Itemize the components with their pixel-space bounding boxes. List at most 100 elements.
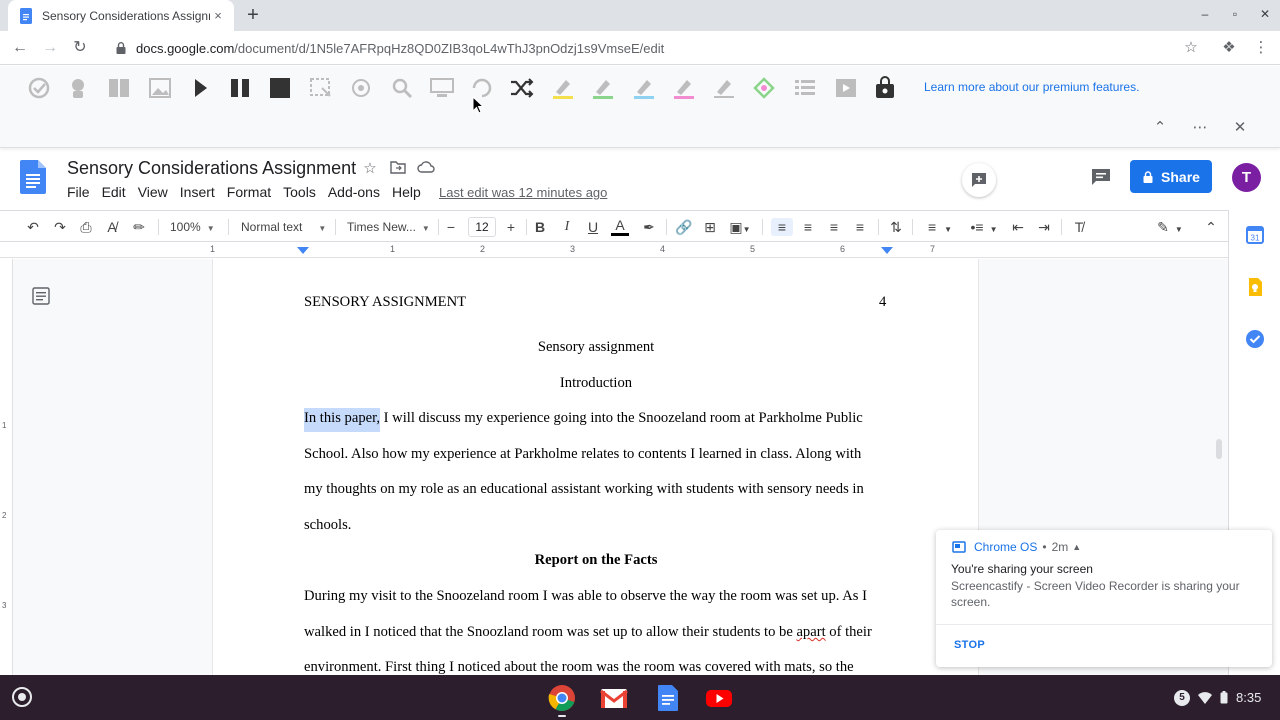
status-tray[interactable]: 5 8:35 bbox=[1162, 683, 1270, 712]
editing-mode-icon[interactable]: ✎ ▼ bbox=[1153, 218, 1187, 236]
picture-dictionary-icon[interactable] bbox=[147, 76, 173, 100]
browser-tab-docs[interactable]: Sensory Considerations Assignm × bbox=[8, 0, 234, 31]
calendar-icon[interactable]: 31 bbox=[1245, 225, 1265, 245]
youtube-icon[interactable] bbox=[705, 684, 733, 712]
launcher-icon[interactable] bbox=[12, 687, 32, 707]
gmail-icon[interactable] bbox=[600, 684, 628, 712]
highlight-color-icon[interactable]: ✒ bbox=[640, 218, 658, 236]
star-icon[interactable]: ☆ bbox=[361, 160, 379, 178]
menu-view[interactable]: View bbox=[138, 184, 174, 202]
menu-file[interactable]: File bbox=[67, 184, 96, 202]
chrome-menu-icon[interactable]: ⋮ bbox=[1252, 39, 1270, 57]
right-indent-marker-icon[interactable] bbox=[881, 247, 893, 256]
minimize-button[interactable]: – bbox=[1197, 7, 1213, 21]
clear-highlights-icon[interactable] bbox=[711, 76, 737, 100]
web-search-icon[interactable] bbox=[833, 76, 859, 100]
vertical-ruler[interactable]: 1 2 3 bbox=[0, 259, 13, 675]
insert-image-icon[interactable]: ▣▼ bbox=[727, 218, 753, 236]
forward-arrow-icon[interactable]: → bbox=[40, 38, 60, 58]
bookmark-star-icon[interactable]: ☆ bbox=[1182, 39, 1200, 57]
zoom-select[interactable]: 100% ▼ bbox=[170, 218, 215, 236]
highlight-pink-icon[interactable] bbox=[671, 76, 697, 100]
play-icon[interactable] bbox=[187, 76, 213, 100]
speech-input-icon[interactable] bbox=[389, 76, 415, 100]
hide-menus-icon[interactable]: ⌃ bbox=[1202, 218, 1220, 236]
reload-icon[interactable]: ↻ bbox=[70, 38, 90, 58]
close-toolbar-icon[interactable]: ✕ bbox=[1231, 118, 1249, 136]
menu-tools[interactable]: Tools bbox=[283, 184, 322, 202]
clear-formatting-icon[interactable]: T̸ bbox=[1069, 218, 1089, 236]
back-arrow-icon[interactable]: ← bbox=[10, 38, 30, 58]
decrease-font-size-icon[interactable]: − bbox=[444, 218, 458, 236]
premium-features-link[interactable]: Learn more about our premium features. bbox=[924, 80, 1139, 94]
font-select[interactable]: Times New... ▼ bbox=[347, 218, 430, 236]
cloud-status-icon[interactable] bbox=[417, 160, 435, 178]
horizontal-ruler[interactable]: 1 1 2 3 4 5 6 7 bbox=[0, 243, 1228, 258]
print-icon[interactable]: ⎙ bbox=[77, 218, 95, 236]
bulleted-list-icon[interactable]: •≡ ▼ bbox=[966, 218, 1002, 236]
selected-text[interactable]: In this paper, bbox=[304, 408, 381, 432]
highlight-blue-icon[interactable] bbox=[631, 76, 657, 100]
vertical-scrollbar[interactable] bbox=[1216, 439, 1222, 459]
paint-format-icon[interactable]: ✏ bbox=[130, 218, 148, 236]
address-bar[interactable]: docs.google.com/document/d/1N5le7AFRpqHz… bbox=[104, 34, 1208, 62]
document-outline-icon[interactable] bbox=[32, 287, 50, 305]
paragraph-style-select[interactable]: Normal text ▼ bbox=[241, 218, 326, 236]
keep-icon[interactable] bbox=[1245, 277, 1265, 297]
chrome-icon[interactable] bbox=[548, 684, 576, 712]
collect-highlights-icon[interactable] bbox=[751, 76, 777, 100]
vocabulary-icon[interactable] bbox=[792, 76, 818, 100]
check-it-icon[interactable] bbox=[26, 76, 52, 100]
text-color-icon[interactable]: A bbox=[611, 218, 629, 236]
close-window-button[interactable]: ✕ bbox=[1257, 7, 1273, 21]
pause-icon[interactable] bbox=[227, 76, 253, 100]
add-comment-button[interactable] bbox=[962, 163, 996, 197]
undo-icon[interactable]: ↶ bbox=[24, 218, 42, 236]
tasks-icon[interactable] bbox=[1245, 329, 1265, 349]
increase-indent-icon[interactable]: ⇥ bbox=[1034, 218, 1054, 236]
docs-logo-icon[interactable] bbox=[20, 160, 46, 194]
account-avatar[interactable]: T bbox=[1232, 163, 1261, 192]
stop-sharing-button[interactable]: STOP bbox=[954, 639, 985, 651]
highlight-green-icon[interactable] bbox=[590, 76, 616, 100]
italic-icon[interactable]: I bbox=[559, 218, 575, 236]
new-tab-button[interactable]: + bbox=[243, 5, 263, 25]
menu-insert[interactable]: Insert bbox=[180, 184, 221, 202]
font-size-input[interactable]: 12 bbox=[468, 217, 496, 237]
last-edit-link[interactable]: Last edit was 12 minutes ago bbox=[439, 185, 607, 200]
menu-help[interactable]: Help bbox=[392, 184, 427, 202]
justify-icon[interactable]: ≡ bbox=[850, 218, 870, 236]
highlight-yellow-icon[interactable] bbox=[550, 76, 576, 100]
restore-button[interactable]: ▫ bbox=[1227, 7, 1243, 21]
align-center-icon[interactable]: ≡ bbox=[798, 218, 818, 236]
bold-icon[interactable]: B bbox=[532, 218, 548, 236]
audio-maker-icon[interactable] bbox=[348, 76, 374, 100]
shuffle-icon[interactable] bbox=[509, 76, 535, 100]
menu-format[interactable]: Format bbox=[227, 184, 277, 202]
docs-icon[interactable] bbox=[654, 684, 682, 712]
align-right-icon[interactable]: ≡ bbox=[824, 218, 844, 236]
menu-edit[interactable]: Edit bbox=[102, 184, 132, 202]
increase-font-size-icon[interactable]: + bbox=[504, 218, 518, 236]
decrease-indent-icon[interactable]: ⇤ bbox=[1008, 218, 1028, 236]
dictionary-icon[interactable] bbox=[106, 76, 132, 100]
add-comment-icon[interactable]: ⊞ bbox=[701, 218, 719, 236]
extensions-puzzle-icon[interactable]: ❖ bbox=[1220, 39, 1238, 57]
misspelled-word[interactable]: apart bbox=[796, 624, 825, 640]
collapse-toolbar-icon[interactable]: ⌃ bbox=[1151, 118, 1169, 136]
left-indent-marker-icon[interactable] bbox=[297, 247, 309, 256]
menu-addons[interactable]: Add-ons bbox=[328, 184, 386, 202]
align-left-icon[interactable]: ≡ bbox=[771, 218, 793, 236]
chevron-up-icon[interactable]: ▲ bbox=[1072, 542, 1081, 552]
stop-icon[interactable] bbox=[267, 76, 293, 100]
voice-note-icon[interactable] bbox=[65, 76, 91, 100]
numbered-list-icon[interactable]: ≡ ▼ bbox=[922, 218, 958, 236]
tab-close-icon[interactable]: × bbox=[210, 8, 226, 23]
document-page[interactable]: SENSORY ASSIGNMENT 4 Sensory assignment … bbox=[213, 259, 978, 675]
premium-icon[interactable] bbox=[872, 76, 898, 100]
insert-link-icon[interactable]: 🔗 bbox=[674, 218, 694, 236]
share-button[interactable]: Share bbox=[1130, 160, 1212, 193]
underline-icon[interactable]: U bbox=[585, 218, 601, 236]
comment-history-icon[interactable] bbox=[1090, 167, 1112, 187]
redo-icon[interactable]: ↷ bbox=[51, 218, 69, 236]
